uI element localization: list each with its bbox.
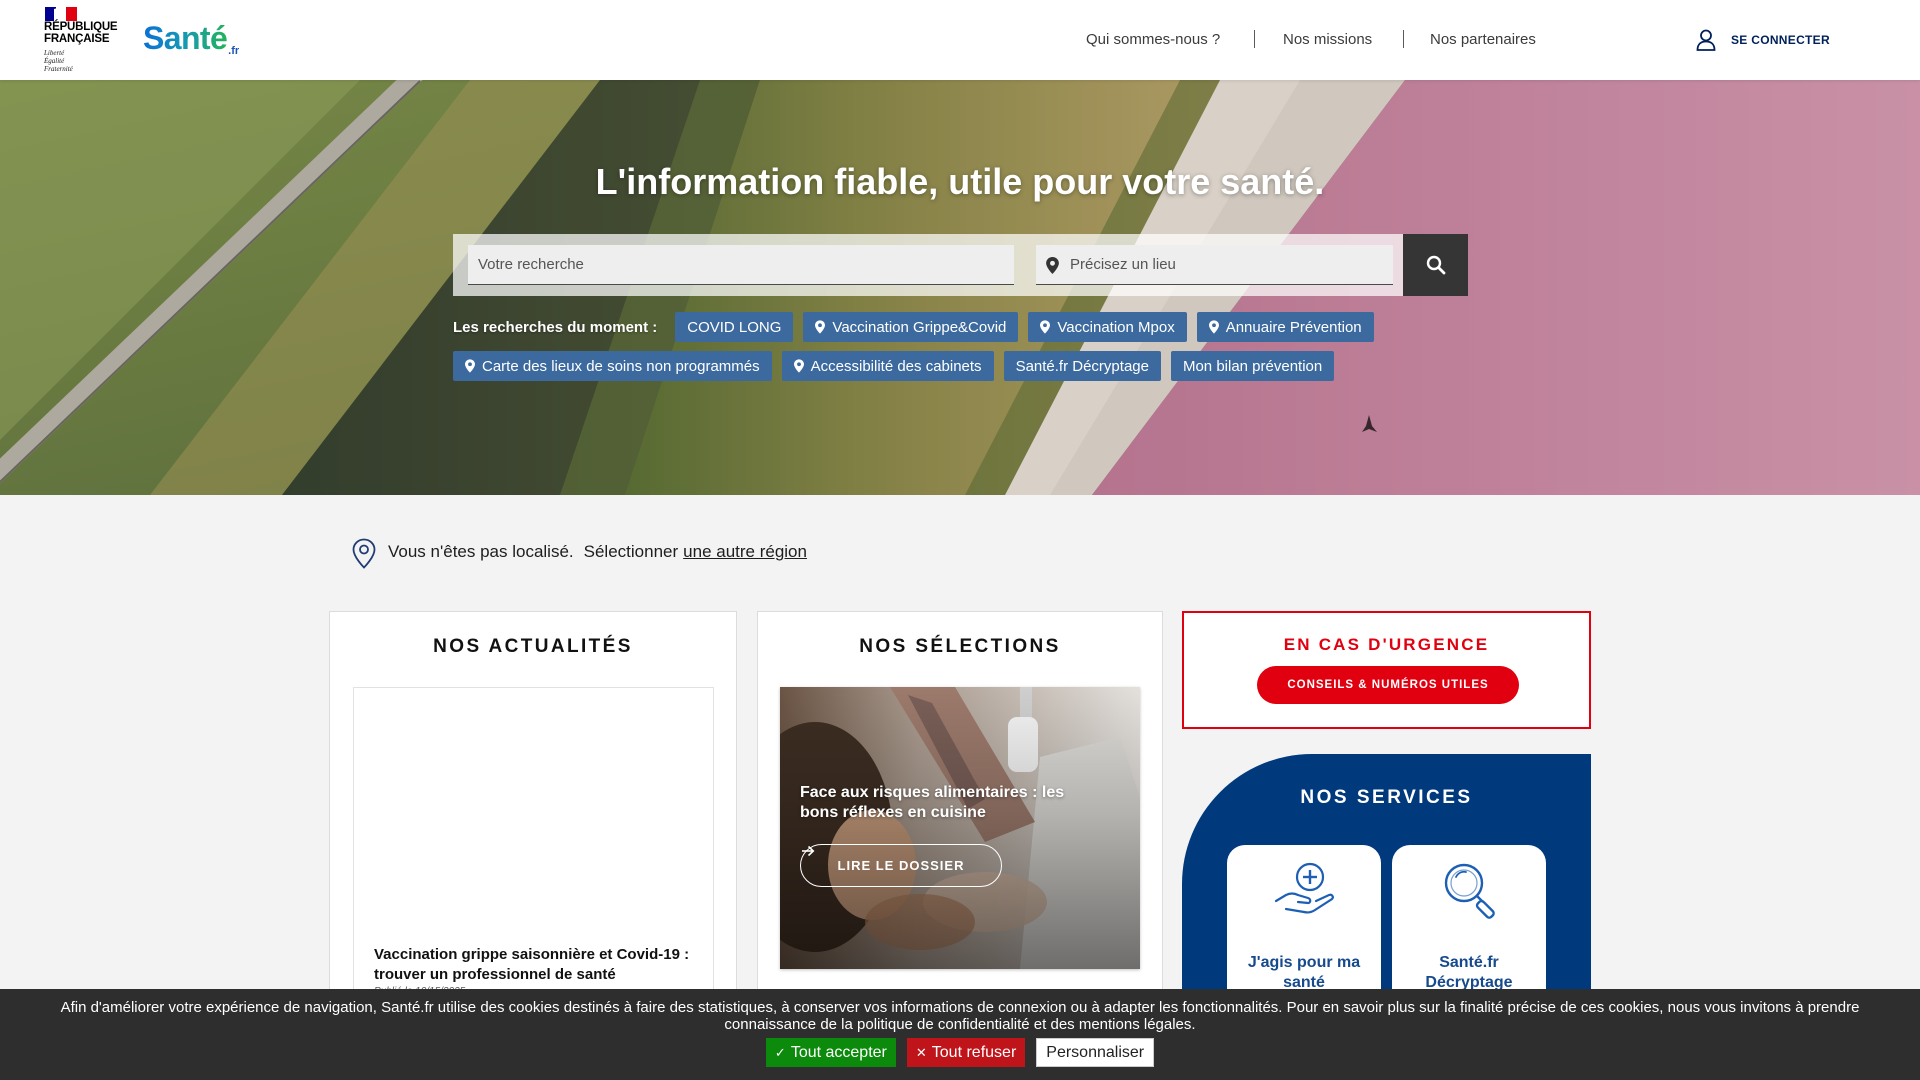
- trending-row: Les recherches du moment : COVID LONG Va…: [453, 312, 1374, 342]
- gov-logo-line2: FRANÇAISE: [44, 33, 110, 45]
- location-status-text: Vous n'êtes pas localisé.: [388, 542, 574, 561]
- search-bar: [453, 234, 1468, 296]
- services-title: NOS SERVICES: [1300, 787, 1473, 808]
- map-pin-icon: [815, 320, 826, 334]
- trending-tag-vaccination-grippe-covid[interactable]: Vaccination Grippe&Covid: [803, 312, 1019, 342]
- select-region-link[interactable]: une autre région: [683, 542, 807, 561]
- trending-tag-vaccination-mpox[interactable]: Vaccination Mpox: [1028, 312, 1187, 342]
- accept-label: Tout accepter: [790, 1043, 887, 1061]
- site-logo-suffix: .fr: [228, 45, 240, 57]
- location-status: Vous n'êtes pas localisé. Sélectionner une…: [388, 541, 807, 563]
- gov-motto-egalite: Égalité: [44, 57, 65, 65]
- gov-motto-fraternite: Fraternité: [44, 65, 73, 73]
- cookie-buttons: ✓ Tout accepter ✕ Tout refuser Personnal…: [0, 1038, 1920, 1067]
- trending-tag-carte-lieux-soins[interactable]: Carte des lieux de soins non programmés: [453, 351, 772, 381]
- map-pin-icon: [1046, 257, 1059, 274]
- service-label: Santé.fr Décryptage: [1425, 954, 1513, 991]
- search-button[interactable]: [1403, 234, 1468, 296]
- sante-fr-logo[interactable]: Santé.fr: [143, 20, 239, 60]
- trending-tag-sante-fr-decryptage[interactable]: Santé.fr Décryptage: [1003, 351, 1161, 381]
- hand-plus-icon: [1274, 862, 1334, 914]
- tag-label: Mon bilan prévention: [1182, 357, 1323, 375]
- accept-all-cookies-button[interactable]: ✓ Tout accepter: [765, 1038, 896, 1067]
- hero-section: L'information fiable, utile pour votre s…: [0, 80, 1920, 495]
- login-label: SE CONNECTER: [1731, 33, 1830, 47]
- tag-label: Vaccination Grippe&Covid: [832, 318, 1007, 336]
- refuse-all-cookies-button[interactable]: ✕ Tout refuser: [906, 1038, 1026, 1067]
- emergency-numbers-button[interactable]: CONSEILS & NUMÉROS UTILES: [1257, 666, 1519, 704]
- user-icon: [1696, 29, 1716, 51]
- gov-logo-line1: RÉPUBLIQUE: [44, 21, 118, 33]
- arrow-right-icon: [802, 845, 815, 857]
- customize-label: Personnaliser: [1046, 1043, 1145, 1061]
- read-dossier-button[interactable]: LIRE LE DOSSIER: [800, 844, 1002, 887]
- tag-label: Vaccination Mpox: [1057, 318, 1175, 336]
- location-pin-icon: [352, 538, 376, 569]
- trending-label: Les recherches du moment :: [453, 318, 658, 336]
- selection-item[interactable]: Face aux risques alimentaires : les bons…: [780, 687, 1140, 969]
- map-pin-icon: [1208, 320, 1219, 334]
- tag-label: Accessibilité des cabinets: [810, 357, 982, 375]
- nav-nos-missions[interactable]: Nos missions: [1283, 31, 1372, 49]
- republique-francaise-logo[interactable]: RÉPUBLIQUE FRANÇAISE Liberté Égalité Fra…: [44, 0, 128, 80]
- emergency-title: EN CAS D'URGENCE: [1283, 635, 1490, 654]
- close-icon: ✕: [915, 1045, 927, 1060]
- site-logo-name: Santé: [143, 20, 228, 56]
- cookie-banner: Afin d'améliorer votre expérience de nav…: [0, 989, 1920, 1080]
- tag-label: Santé.fr Décryptage: [1015, 357, 1149, 375]
- refuse-label: Tout refuser: [931, 1043, 1017, 1061]
- selections-title: NOS SÉLECTIONS: [859, 636, 1061, 657]
- cookie-banner-text: Afin d'améliorer votre expérience de nav…: [60, 999, 1860, 1033]
- selection-image: [780, 687, 1140, 969]
- news-title: NOS ACTUALITÉS: [433, 636, 633, 657]
- selection-item-title: Face aux risques alimentaires : les bons…: [800, 784, 1065, 821]
- map-pin-icon: [1040, 320, 1051, 334]
- map-pin-icon: [793, 359, 804, 373]
- login-button[interactable]: SE CONNECTER: [1696, 27, 1830, 53]
- trending-tag-covid-long[interactable]: COVID LONG: [675, 312, 794, 342]
- map-pin-icon: [465, 359, 475, 373]
- service-label: J'agis pour ma santé: [1247, 954, 1361, 991]
- search-input[interactable]: [468, 245, 1014, 285]
- search-icon: [1426, 255, 1445, 275]
- gov-motto-liberte: Liberté: [44, 49, 65, 57]
- nav-qui-sommes-nous[interactable]: Qui sommes-nous ?: [1086, 31, 1220, 49]
- customize-cookies-button[interactable]: Personnaliser: [1036, 1038, 1155, 1067]
- tag-label: COVID LONG: [687, 318, 782, 336]
- page: RÉPUBLIQUE FRANÇAISE Liberté Égalité Fra…: [0, 0, 1920, 1080]
- trending-tag-accessibilite-cabinets[interactable]: Accessibilité des cabinets: [781, 351, 994, 381]
- magnifier-icon: [1444, 863, 1495, 919]
- check-icon: ✓: [774, 1045, 786, 1060]
- trending-tag-mon-bilan-prevention[interactable]: Mon bilan prévention: [1170, 351, 1335, 381]
- marianne-icon: [45, 7, 77, 21]
- site-header: RÉPUBLIQUE FRANÇAISE Liberté Égalité Fra…: [0, 0, 1920, 80]
- nav-separator: [1254, 30, 1255, 48]
- nav-nos-partenaires[interactable]: Nos partenaires: [1430, 31, 1536, 49]
- news-item-title: Vaccination grippe saisonnière et Covid-…: [374, 946, 690, 983]
- hero-title: L'information fiable, utile pour votre s…: [595, 161, 1325, 202]
- tag-label: Annuaire Prévention: [1225, 318, 1362, 336]
- location-input[interactable]: [1036, 245, 1393, 285]
- trending-row: Carte des lieux de soins non programmés …: [453, 351, 1335, 381]
- trending-tag-annuaire-prevention[interactable]: Annuaire Prévention: [1196, 312, 1374, 342]
- location-prompt: Sélectionner: [583, 542, 679, 561]
- read-dossier-label: LIRE LE DOSSIER: [837, 858, 965, 873]
- nav-separator: [1403, 30, 1404, 48]
- tag-label: Carte des lieux de soins non programmés: [482, 357, 760, 375]
- emergency-box: EN CAS D'URGENCE CONSEILS & NUMÉROS UTIL…: [1182, 611, 1591, 729]
